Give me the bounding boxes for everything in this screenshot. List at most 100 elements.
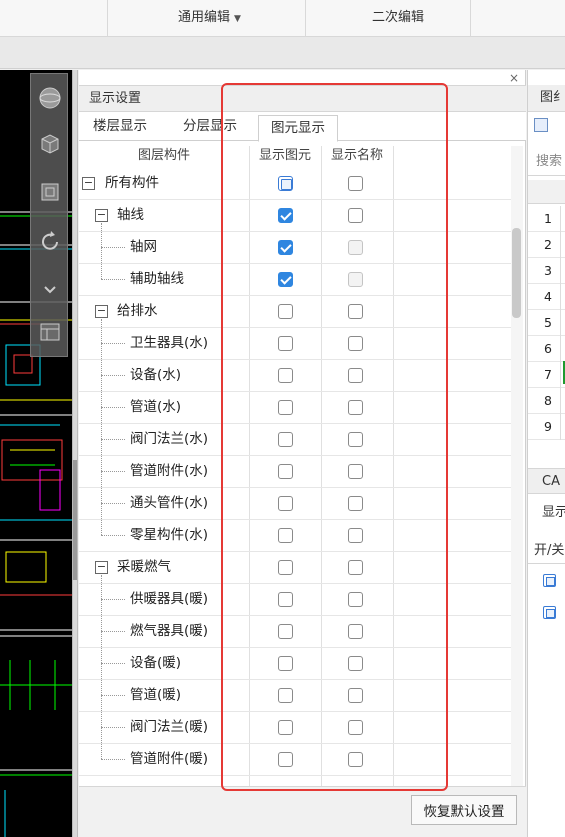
scrollbar-thumb[interactable] (512, 228, 521, 318)
show-name-checkbox[interactable] (348, 720, 363, 735)
table-row[interactable]: 阀门法兰(水) (79, 424, 511, 456)
chevron-down-icon[interactable] (33, 270, 67, 310)
collapse-toggle-icon[interactable]: − (82, 177, 95, 190)
show-element-checkbox[interactable] (278, 592, 293, 607)
table-row[interactable]: − 轴线 (79, 200, 511, 232)
show-name-checkbox[interactable] (348, 304, 363, 319)
show-name-checkbox[interactable] (348, 432, 363, 447)
table-row[interactable]: 卫生器具(水) (79, 328, 511, 360)
table-row[interactable]: − 采暖燃气 (79, 552, 511, 584)
tab-secondary-edit[interactable]: 二次编辑 (372, 6, 424, 25)
show-name-checkbox[interactable] (348, 656, 363, 671)
table-row[interactable]: 辅助轴线 (79, 264, 511, 296)
table-row[interactable]: 设备(水) (79, 360, 511, 392)
drawing-table-row[interactable]: 3 (528, 258, 565, 284)
show-name-checkbox[interactable] (348, 336, 363, 351)
tab-general-edit[interactable]: 通用编辑 ▼ (178, 6, 241, 25)
show-element-checkbox[interactable] (278, 720, 293, 735)
layer-panel-icon[interactable] (33, 312, 67, 352)
show-element-checkbox[interactable] (278, 304, 293, 319)
table-row[interactable]: 管道附件(水) (79, 456, 511, 488)
show-element-checkbox[interactable] (278, 176, 293, 191)
display-tabs: 楼层显示 分层显示 图元显示 (79, 112, 526, 142)
cad-layer-checkbox[interactable] (543, 574, 556, 587)
show-name-checkbox[interactable] (348, 400, 363, 415)
drawing-table-row[interactable]: 1 (528, 206, 565, 232)
show-name-checkbox[interactable] (348, 464, 363, 479)
table-row[interactable]: 管道(暖) (79, 680, 511, 712)
show-name-checkbox[interactable] (348, 592, 363, 607)
show-element-checkbox[interactable] (278, 752, 293, 767)
show-name-checkbox[interactable] (348, 560, 363, 575)
show-name-checkbox[interactable] (348, 368, 363, 383)
show-name-checkbox[interactable] (348, 176, 363, 191)
table-row[interactable]: 轴网 (79, 232, 511, 264)
row-label: 燃气器具(暖) (130, 623, 209, 639)
collapse-toggle-icon[interactable]: − (95, 561, 108, 574)
view-box-icon[interactable] (33, 172, 67, 212)
show-name-checkbox[interactable] (348, 688, 363, 703)
show-name-checkbox[interactable] (348, 624, 363, 639)
show-element-checkbox[interactable] (278, 560, 293, 575)
show-element-checkbox[interactable] (278, 432, 293, 447)
table-row[interactable]: 设备(暖) (79, 648, 511, 680)
drawing-table-row[interactable]: 2 (528, 232, 565, 258)
drawing-table-row[interactable]: 5 (528, 310, 565, 336)
show-element-checkbox[interactable] (278, 272, 293, 287)
table-row[interactable]: − 给排水 (79, 296, 511, 328)
tab-general-edit-label: 通用编辑 (178, 10, 231, 25)
drawing-table-row[interactable]: 8 (528, 388, 565, 414)
show-name-checkbox[interactable] (348, 752, 363, 767)
drawing-table-row[interactable]: 6 (528, 336, 565, 362)
switch-column-header: 开/关 (528, 538, 565, 564)
show-name-checkbox[interactable] (348, 528, 363, 543)
tree-connector (101, 223, 102, 279)
show-name-checkbox[interactable] (348, 496, 363, 511)
table-row[interactable]: − 所有构件 (79, 168, 511, 200)
show-element-checkbox[interactable] (278, 528, 293, 543)
splitter-grip[interactable] (73, 460, 77, 580)
table-row[interactable]: 通头管件(水) (79, 488, 511, 520)
show-element-checkbox[interactable] (278, 208, 293, 223)
tab-element-display[interactable]: 图元显示 (258, 115, 338, 142)
collapse-toggle-icon[interactable]: − (95, 305, 108, 318)
table-row[interactable]: 燃气器具(暖) (79, 616, 511, 648)
orbit-sphere-icon[interactable] (33, 78, 67, 118)
table-row[interactable]: 零星构件(水) (79, 520, 511, 552)
show-element-checkbox[interactable] (278, 336, 293, 351)
restore-defaults-button[interactable]: 恢复默认设置 (411, 795, 517, 825)
drawing-search-input[interactable]: 搜索 (528, 148, 565, 176)
drawing-table-row[interactable]: 9 (528, 414, 565, 440)
drawing-table-row[interactable]: 4 (528, 284, 565, 310)
show-element-checkbox[interactable] (278, 400, 293, 415)
show-name-checkbox (348, 240, 363, 255)
show-element-checkbox[interactable] (278, 624, 293, 639)
collapse-toggle-icon[interactable]: − (95, 209, 108, 222)
show-element-checkbox[interactable] (278, 496, 293, 511)
table-row[interactable]: 管道(水) (79, 392, 511, 424)
show-element-checkbox[interactable] (278, 656, 293, 671)
show-name-checkbox[interactable] (348, 208, 363, 223)
rotate-icon[interactable] (33, 222, 67, 262)
panel-splitter[interactable] (72, 70, 78, 837)
column-divider (560, 232, 561, 258)
table-row[interactable]: 管道附件(暖) (79, 744, 511, 776)
show-element-checkbox[interactable] (278, 464, 293, 479)
show-element-checkbox[interactable] (278, 240, 293, 255)
show-element-checkbox[interactable] (278, 688, 293, 703)
add-drawing-icon[interactable] (534, 118, 548, 132)
tree-connector (101, 663, 125, 664)
view-3d-cube-icon[interactable] (33, 124, 67, 164)
drawing-table-row[interactable]: 7 (528, 362, 565, 388)
table-row[interactable]: 阀门法兰(暖) (79, 712, 511, 744)
tab-floor-display[interactable]: 楼层显示 (93, 112, 147, 141)
row-label: 阀门法兰(暖) (130, 719, 209, 735)
column-divider (560, 336, 561, 362)
tree-connector (101, 279, 125, 280)
show-element-checkbox[interactable] (278, 368, 293, 383)
cad-layer-checkbox[interactable] (543, 606, 556, 619)
table-row[interactable]: 供暖器具(暖) (79, 584, 511, 616)
tab-secondary-edit-label: 二次编辑 (372, 10, 425, 25)
tab-layer-display[interactable]: 分层显示 (183, 112, 237, 141)
close-icon[interactable]: × (509, 71, 519, 85)
